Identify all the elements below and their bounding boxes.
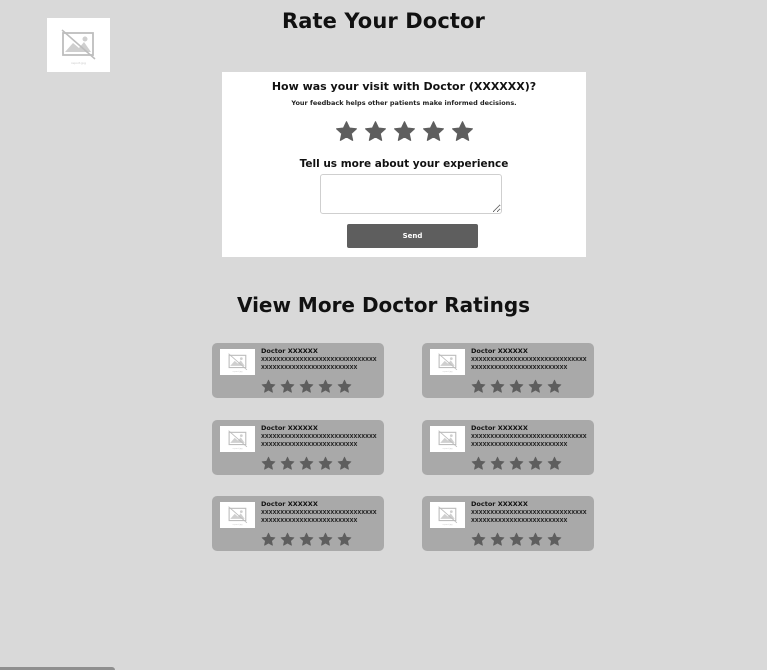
doctor-rating-card[interactable]: report.jpg Doctor XXXXXX XXXXXXXXXXXXXXXXX… <box>212 420 384 475</box>
doctor-star-rating <box>261 379 352 394</box>
doctor-star-rating <box>261 532 352 547</box>
rating-star-5-icon[interactable] <box>451 120 474 143</box>
star-icon <box>471 532 486 546</box>
image-placeholder-icon <box>61 29 95 60</box>
rating-star-4-icon[interactable] <box>422 120 445 143</box>
doctor-photo-caption: report.jpg <box>232 371 243 373</box>
star-icon <box>337 532 352 546</box>
star-icon <box>280 532 295 546</box>
rating-star-2-icon[interactable] <box>364 120 387 143</box>
doctor-photo-caption: report.jpg <box>232 524 243 526</box>
doctor-name: Doctor XXXXXX <box>471 500 528 508</box>
doctor-photo-caption: report.jpg <box>232 448 243 450</box>
doctor-photo: report.jpg <box>220 349 255 375</box>
doctor-photo: report.jpg <box>430 426 465 452</box>
feedback-subtitle: Your feedback helps other patients make … <box>291 99 517 107</box>
star-icon <box>299 379 314 393</box>
image-placeholder-icon <box>227 353 247 371</box>
experience-label: Tell us more about your experience <box>299 158 509 170</box>
star-icon <box>528 456 543 470</box>
doctor-rating-card[interactable]: report.jpg Doctor XXXXXX XXXXXXXXXXXXXXXXX… <box>212 496 384 551</box>
image-placeholder-icon <box>437 506 457 524</box>
doctor-description: XXXXXXXXXXXXXXXXXXXXXXXXXXXXXXXXXXXXXXXX… <box>471 510 587 524</box>
doctor-star-rating <box>471 532 562 547</box>
doctor-name: Doctor XXXXXX <box>471 347 528 355</box>
doctor-star-rating <box>471 456 562 471</box>
send-button[interactable]: Send <box>347 224 478 248</box>
star-icon <box>261 456 276 470</box>
rating-star-3-icon[interactable] <box>393 120 416 143</box>
image-placeholder-icon <box>437 353 457 371</box>
doctor-photo: report.jpg <box>430 502 465 528</box>
doctor-photo-caption: report.jpg <box>442 448 453 450</box>
doctor-description: XXXXXXXXXXXXXXXXXXXXXXXXXXXXXXXXXXXXXXXX… <box>261 357 377 371</box>
doctor-description: XXXXXXXXXXXXXXXXXXXXXXXXXXXXXXXXXXXXXXXX… <box>261 510 377 524</box>
star-icon <box>471 379 486 393</box>
star-icon <box>547 456 562 470</box>
feedback-question: How was your visit with Doctor (XXXXXX)? <box>271 80 537 93</box>
doctor-description: XXXXXXXXXXXXXXXXXXXXXXXXXXXXXXXXXXXXXXXX… <box>471 357 587 371</box>
doctor-photo: report.jpg <box>430 349 465 375</box>
doctor-photo: report.jpg <box>220 426 255 452</box>
star-icon <box>490 456 505 470</box>
star-icon <box>528 532 543 546</box>
star-icon <box>318 379 333 393</box>
image-placeholder-icon <box>437 430 457 448</box>
experience-textarea[interactable] <box>320 174 502 214</box>
star-icon <box>547 532 562 546</box>
doctor-name: Doctor XXXXXX <box>471 424 528 432</box>
star-icon <box>299 456 314 470</box>
star-icon <box>280 379 295 393</box>
doctor-rating-card[interactable]: report.jpg Doctor XXXXXX XXXXXXXXXXXXXXXXX… <box>422 343 594 398</box>
star-icon <box>299 532 314 546</box>
star-icon <box>318 456 333 470</box>
page-title: Rate Your Doctor <box>282 9 485 33</box>
doctor-description: XXXXXXXXXXXXXXXXXXXXXXXXXXXXXXXXXXXXXXXX… <box>261 434 377 448</box>
star-icon <box>337 379 352 393</box>
section-title: View More Doctor Ratings <box>236 293 531 317</box>
star-icon <box>547 379 562 393</box>
image-placeholder-icon <box>227 506 247 524</box>
doctor-description: XXXXXXXXXXXXXXXXXXXXXXXXXXXXXXXXXXXXXXXX… <box>471 434 587 448</box>
doctor-photo-caption: report.jpg <box>442 524 453 526</box>
star-icon <box>509 532 524 546</box>
doctor-rating-card[interactable]: report.jpg Doctor XXXXXX XXXXXXXXXXXXXXXXX… <box>422 420 594 475</box>
doctor-photo: report.jpg <box>220 502 255 528</box>
star-icon <box>528 379 543 393</box>
doctor-rating-card[interactable]: report.jpg Doctor XXXXXX XXXXXXXXXXXXXXXXX… <box>212 343 384 398</box>
star-rating-input <box>222 120 586 143</box>
doctor-star-rating <box>471 379 562 394</box>
doctor-name: Doctor XXXXXX <box>261 347 318 355</box>
star-icon <box>280 456 295 470</box>
star-icon <box>509 456 524 470</box>
star-icon <box>490 379 505 393</box>
doctor-name: Doctor XXXXXX <box>261 424 318 432</box>
doctor-rating-card[interactable]: report.jpg Doctor XXXXXX XXXXXXXXXXXXXXXXX… <box>422 496 594 551</box>
star-icon <box>471 456 486 470</box>
star-icon <box>261 379 276 393</box>
star-icon <box>509 379 524 393</box>
logo-caption: report.jpg <box>71 61 86 65</box>
star-icon <box>337 456 352 470</box>
doctor-name: Doctor XXXXXX <box>261 500 318 508</box>
star-icon <box>318 532 333 546</box>
rating-star-1-icon[interactable] <box>335 120 358 143</box>
star-icon <box>490 532 505 546</box>
star-icon <box>261 532 276 546</box>
image-placeholder-icon <box>227 430 247 448</box>
doctor-photo-caption: report.jpg <box>442 371 453 373</box>
doctor-star-rating <box>261 456 352 471</box>
feedback-card: How was your visit with Doctor (XXXXXX)?… <box>222 72 586 257</box>
